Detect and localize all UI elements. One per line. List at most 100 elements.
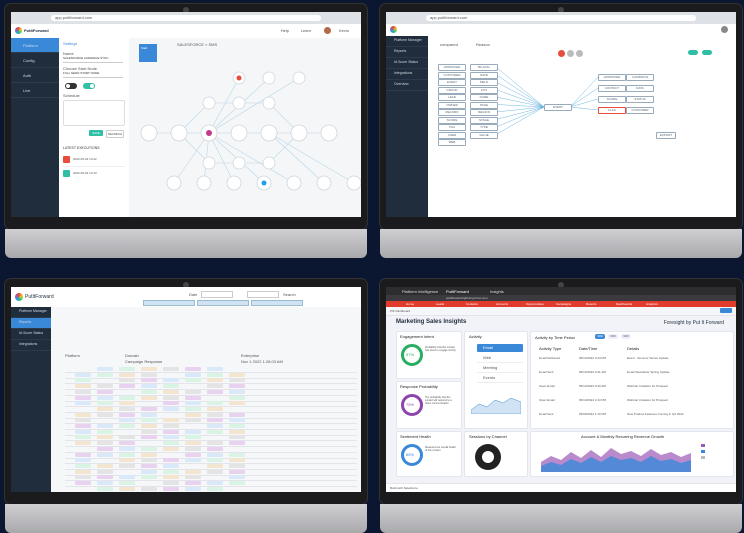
timeline-cell[interactable] (141, 486, 157, 491)
sidebar-item-platform[interactable]: Platform Manager (11, 307, 51, 318)
timeline-cell[interactable] (75, 412, 91, 417)
timeline-cell[interactable] (207, 384, 223, 389)
date-field[interactable] (201, 291, 233, 298)
timeline-cell[interactable] (141, 372, 157, 377)
timeline-cell[interactable] (229, 441, 245, 446)
timeline-cell[interactable] (163, 378, 179, 383)
timeline-cell[interactable] (229, 458, 245, 463)
timeline-cell[interactable] (229, 378, 245, 383)
timeline-cell[interactable] (75, 372, 91, 377)
timeline-cell[interactable] (185, 429, 201, 434)
avatar[interactable] (324, 27, 331, 34)
timeline-cell[interactable] (75, 424, 91, 428)
timeline-cell[interactable] (119, 378, 135, 383)
timeline-cell[interactable] (119, 372, 135, 377)
name-field[interactable]: SALESFORCE AUDIENCE SYNC (63, 56, 123, 63)
timeline-cell[interactable] (141, 418, 157, 423)
timeline-cell[interactable] (163, 469, 179, 474)
timeline-cell[interactable] (97, 395, 113, 400)
timeline-cell[interactable] (185, 469, 201, 474)
timeline-cell[interactable] (119, 384, 135, 389)
timeline-cell[interactable] (141, 475, 157, 480)
mapping-chip[interactable]: APPROVED (598, 74, 626, 81)
timeline-cell[interactable] (207, 389, 223, 394)
timeline-cell[interactable] (97, 435, 113, 440)
timeline-cell[interactable] (97, 469, 113, 474)
mapping-chip[interactable]: VALUE (470, 131, 498, 139)
timeline-cell[interactable] (229, 435, 245, 440)
timeline-cell[interactable] (163, 446, 179, 451)
far-chip[interactable]: EXPORT (656, 132, 676, 139)
timeline-cell[interactable] (229, 424, 245, 428)
timeline-cell[interactable] (97, 452, 113, 457)
timeline-cell[interactable] (207, 412, 223, 417)
timeline-cell[interactable] (119, 481, 135, 485)
timeline-cell[interactable] (207, 429, 223, 434)
refresh-button[interactable]: REFRESH (106, 130, 124, 138)
timeline-cell[interactable] (207, 441, 223, 446)
timeline-cell[interactable] (163, 406, 179, 411)
timeline-cell[interactable] (185, 372, 201, 377)
address-bar[interactable]: app.putitforward.com (426, 15, 696, 21)
search-button[interactable]: Search (283, 292, 296, 297)
timeline-cell[interactable] (97, 367, 113, 371)
mapping-chip[interactable]: DATE (470, 71, 498, 79)
filter-chip[interactable] (251, 300, 303, 306)
mapping-chip[interactable]: TYPE (470, 124, 498, 131)
period-tab[interactable]: 30D (595, 334, 605, 339)
timeline-cell[interactable] (163, 441, 179, 446)
timeline-cell[interactable] (75, 463, 91, 468)
timeline-cell[interactable] (75, 395, 91, 400)
timeline-cell[interactable] (185, 446, 201, 451)
timeline-cell[interactable] (185, 406, 201, 411)
execution-item[interactable]: 2022-05-03 14:22 (63, 154, 125, 167)
timeline-cell[interactable] (119, 446, 135, 451)
mapping-chip[interactable]: CUSTOMER (438, 71, 466, 79)
timeline-cell[interactable] (185, 481, 201, 485)
timeline-cell[interactable] (119, 435, 135, 440)
timeline-cell[interactable] (229, 389, 245, 394)
timeline-cell[interactable] (229, 463, 245, 468)
mapping-chip[interactable]: NAME (470, 94, 498, 101)
timeline-cell[interactable] (229, 418, 245, 423)
timeline-cell[interactable] (141, 406, 157, 411)
mapping-chip[interactable]: CUSTOMER (626, 107, 654, 114)
timeline-cell[interactable] (97, 424, 113, 428)
mapping-chip[interactable]: CONTACT (598, 85, 626, 92)
timeline-cell[interactable] (97, 429, 113, 434)
timeline-cell[interactable] (75, 481, 91, 485)
timeline-cell[interactable] (75, 429, 91, 434)
timeline-cell[interactable] (141, 435, 157, 440)
timeline-cell[interactable] (229, 401, 245, 406)
timeline-cell[interactable] (207, 486, 223, 491)
timeline-cell[interactable] (141, 463, 157, 468)
timeline-cell[interactable] (75, 475, 91, 480)
timeline-cell[interactable] (119, 441, 135, 446)
mapping-chip[interactable]: APPROVED (438, 64, 466, 71)
timeline-cell[interactable] (97, 389, 113, 394)
flow-canvas[interactable]: Start SALESFORCE > SMS (129, 38, 361, 217)
timeline-cell[interactable] (119, 412, 135, 417)
timeline-cell[interactable] (141, 452, 157, 457)
timeline-cell[interactable] (207, 469, 223, 474)
timeline-cell[interactable] (163, 486, 179, 491)
timeline-cell[interactable] (185, 395, 201, 400)
mapping-chip[interactable]: PAGE (470, 101, 498, 109)
timeline-cell[interactable] (97, 412, 113, 417)
sidebar-item-live[interactable]: Live (11, 83, 59, 98)
timeline-cell[interactable] (207, 458, 223, 463)
sidebar-item-auth[interactable]: Auth (11, 68, 59, 83)
timeline-cell[interactable] (97, 486, 113, 491)
timeline-cell[interactable] (163, 367, 179, 371)
timeline-cell[interactable] (229, 372, 245, 377)
timeline-cell[interactable] (207, 406, 223, 411)
timeline-cell[interactable] (141, 469, 157, 474)
timeline-cell[interactable] (119, 475, 135, 480)
timeline-cell[interactable] (229, 475, 245, 480)
address-bar[interactable]: app.putitforward.com (51, 15, 321, 21)
header-help[interactable]: Help (281, 28, 289, 33)
timeline-cell[interactable] (185, 475, 201, 480)
timeline-cell[interactable] (119, 401, 135, 406)
timeline-cell[interactable] (207, 378, 223, 383)
timeline-cell[interactable] (207, 401, 223, 406)
